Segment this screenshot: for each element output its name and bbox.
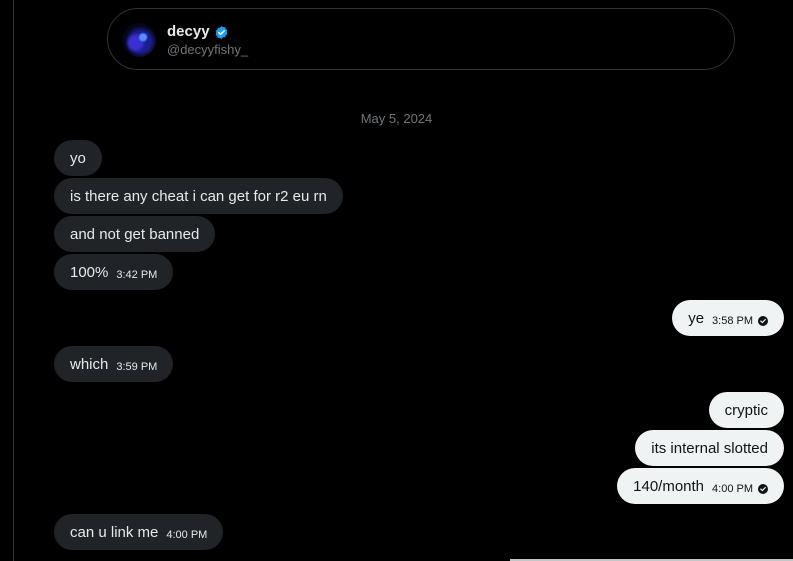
message-bubble-incoming[interactable]: can u link me 4:00 PM xyxy=(54,514,224,550)
message-text: yo xyxy=(70,149,86,167)
message-timestamp: 3:59 PM xyxy=(116,361,158,373)
message-text: its internal slotted xyxy=(651,439,768,457)
message-bubble-outgoing[interactable]: 140/month 4:00 PM xyxy=(617,468,784,504)
message-bubble-incoming[interactable]: 100% 3:42 PM xyxy=(54,254,174,290)
message-text: which xyxy=(70,355,109,373)
message-timestamp: 3:58 PM xyxy=(712,315,753,327)
message-bubble-outgoing[interactable]: cryptic xyxy=(708,392,784,428)
verified-badge-icon xyxy=(215,25,227,39)
seen-check-icon xyxy=(758,484,768,494)
seen-check-icon xyxy=(758,316,768,326)
dm-conversation-view: decyy @decyyfishy_ May 5, 2024 yo is the… xyxy=(0,0,793,561)
message-text: cryptic xyxy=(724,401,768,419)
message-bubble-outgoing[interactable]: ye 3:58 PM xyxy=(672,300,784,336)
message-text: 100% xyxy=(70,263,109,281)
sidebar-divider xyxy=(13,0,14,561)
profile-card[interactable]: decyy @decyyfishy_ xyxy=(107,8,735,70)
message-text: is there any cheat i can get for r2 eu r… xyxy=(70,187,327,205)
display-name: decyy xyxy=(167,23,210,40)
message-text: and not get banned xyxy=(70,225,200,243)
avatar[interactable] xyxy=(122,23,156,57)
message-bubble-incoming[interactable]: and not get banned xyxy=(54,216,216,252)
message-bubble-outgoing[interactable]: its internal slotted xyxy=(635,430,784,466)
message-bubble-incoming[interactable]: is there any cheat i can get for r2 eu r… xyxy=(54,178,343,214)
date-separator: May 5, 2024 xyxy=(360,111,433,126)
message-text: can u link me xyxy=(70,523,159,541)
message-timestamp: 3:42 PM xyxy=(116,269,158,281)
message-text: 140/month xyxy=(633,477,705,495)
message-bubble-incoming[interactable]: yo xyxy=(54,140,102,176)
message-timestamp: 4:00 PM xyxy=(166,529,208,541)
message-text: ye xyxy=(688,309,705,327)
message-bubble-incoming[interactable]: which 3:59 PM xyxy=(54,346,174,382)
message-timestamp: 4:00 PM xyxy=(712,483,753,495)
user-handle: @decyyfishy_ xyxy=(167,42,249,57)
profile-name-row: decyy xyxy=(167,23,229,41)
